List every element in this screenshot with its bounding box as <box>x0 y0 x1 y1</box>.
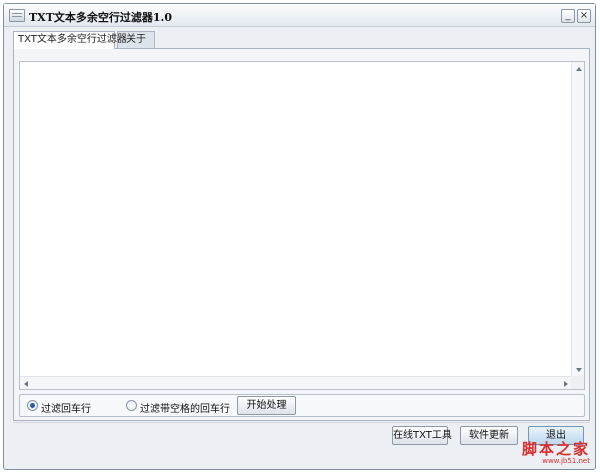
filter-blank-lines-label[interactable]: 过滤回车行 <box>41 400 91 415</box>
software-update-button[interactable]: 软件更新 <box>460 426 518 445</box>
horizontal-scrollbar[interactable] <box>20 376 572 389</box>
scrollbar-corner <box>571 376 584 389</box>
app-window: TXT文本多余空行过滤器1.0 _ × TXT文本多余空行过滤器 关于 过滤回车… <box>3 3 596 470</box>
scroll-right-icon[interactable] <box>564 381 568 387</box>
scroll-down-icon[interactable] <box>576 368 582 372</box>
scroll-left-icon[interactable] <box>24 381 28 387</box>
text-editor[interactable] <box>20 62 572 377</box>
options-bar: 过滤回车行 过滤带空格的回车行 开始处理 <box>19 394 585 417</box>
tab-filter[interactable]: TXT文本多余空行过滤器 <box>13 31 127 49</box>
text-editor-frame <box>19 61 585 390</box>
exit-button[interactable]: 退出 <box>528 426 584 445</box>
app-icon <box>9 9 25 22</box>
close-button[interactable]: × <box>577 9 591 23</box>
title-bar[interactable]: TXT文本多余空行过滤器1.0 _ × <box>4 4 595 27</box>
online-txt-tools-button[interactable]: 在线TXT工具 <box>392 426 452 445</box>
vertical-scrollbar[interactable] <box>571 62 584 377</box>
minimize-button[interactable]: _ <box>561 9 575 23</box>
filter-space-lines-radio[interactable] <box>126 400 137 411</box>
start-process-button[interactable]: 开始处理 <box>237 396 296 415</box>
footer-divider <box>13 422 590 423</box>
scroll-up-icon[interactable] <box>576 67 582 71</box>
window-title: TXT文本多余空行过滤器1.0 <box>29 11 173 24</box>
tab-panel: 过滤回车行 过滤带空格的回车行 开始处理 <box>13 48 590 421</box>
filter-blank-lines-radio[interactable] <box>27 400 38 411</box>
filter-space-lines-label[interactable]: 过滤带空格的回车行 <box>140 400 230 415</box>
